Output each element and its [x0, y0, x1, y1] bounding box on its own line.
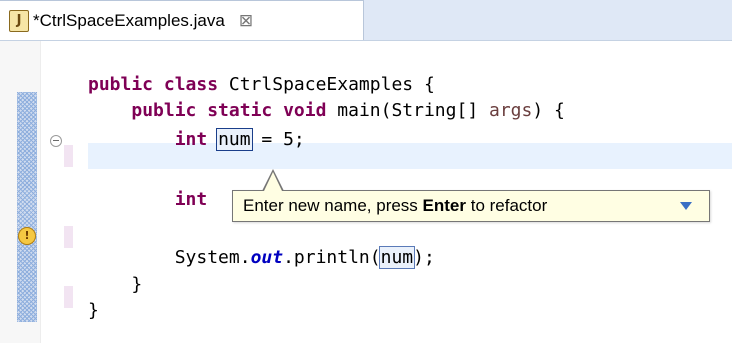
code-text: System. [174, 247, 251, 268]
linked-mode-range-indicator [17, 92, 37, 322]
chevron-down-icon[interactable] [680, 202, 692, 210]
occurrence-marker [64, 286, 73, 308]
code-text: } [131, 274, 143, 295]
code-line[interactable]: int num = 5; [88, 128, 305, 152]
occurrence-marker [64, 145, 73, 167]
java-file-icon-glyph: J [16, 12, 22, 28]
warning-glyph: ! [24, 229, 30, 242]
keyword: int [174, 129, 208, 150]
editor-tab-ctrlspaceexamples[interactable]: J *CtrlSpaceExamples.java ⊠ [0, 0, 364, 40]
code-text: main(String[] [326, 100, 489, 121]
code-text: } [88, 300, 99, 321]
code-line[interactable]: System.out.println(num); [88, 246, 435, 270]
java-file-icon: J [9, 9, 29, 32]
code-text: ); [413, 247, 435, 268]
code-line[interactable]: public class CtrlSpaceExamples { [88, 73, 435, 97]
keyword: public class [88, 74, 219, 95]
tooltip-key: Enter [422, 196, 466, 215]
static-field: out [250, 247, 284, 268]
tooltip-text: to refactor [466, 196, 548, 215]
tooltip-text: Enter new name, press [243, 196, 423, 215]
tab-label: *CtrlSpaceExamples.java [33, 10, 225, 30]
editor-tab-bar: J *CtrlSpaceExamples.java ⊠ [0, 0, 732, 41]
occurrence-marker [64, 226, 73, 248]
keyword: public static void [131, 100, 327, 121]
tooltip-pointer-fill [264, 172, 282, 191]
close-icon[interactable]: ⊠ [239, 11, 253, 31]
keyword: int [174, 189, 208, 210]
code-line[interactable]: } [88, 273, 142, 297]
parameter-name: args [489, 100, 533, 121]
code-line[interactable]: public static void main(String[] args) { [88, 99, 565, 123]
code-line[interactable]: } [88, 299, 99, 323]
linked-occurrence[interactable]: num [378, 246, 416, 269]
code-text: CtrlSpaceExamples { [218, 74, 435, 95]
code-text: = 5; [250, 129, 305, 150]
rename-input-box[interactable]: num [216, 128, 253, 151]
code-text: .println( [283, 247, 381, 268]
vertical-ruler[interactable]: ! [0, 41, 41, 343]
code-text: ) { [532, 100, 565, 121]
rename-tooltip: Enter new name, press Enter to refactor [232, 190, 710, 222]
collapse-fold-icon[interactable] [50, 135, 62, 147]
code-line[interactable]: int [88, 188, 208, 212]
warning-lightbulb-icon[interactable]: ! [18, 227, 36, 245]
